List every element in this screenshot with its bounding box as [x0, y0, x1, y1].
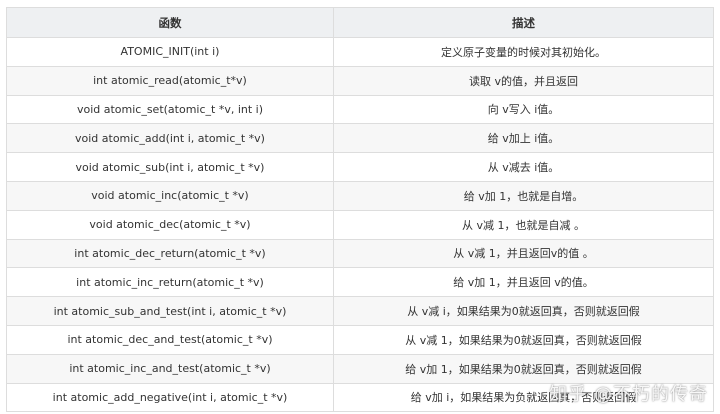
table-row: void atomic_dec(atomic_t *v) 从 v减 1，也就是自… — [6, 209, 714, 240]
description-cell: 读取 v的值，并且返回 — [333, 65, 714, 96]
atomic-functions-table: 函数 描述 ATOMIC_INIT(int i) 定义原子变量的时候对其初始化。… — [6, 7, 714, 413]
function-cell: ATOMIC_INIT(int i) — [6, 37, 334, 67]
table-row: void atomic_set(atomic_t *v, int i) 向 v写… — [6, 94, 714, 125]
header-description: 描述 — [333, 7, 714, 38]
function-cell: void atomic_inc(atomic_t *v) — [6, 180, 334, 211]
zhihu-watermark: 知乎 @不朽的传奇 — [549, 384, 708, 405]
table-header-row: 函数 描述 — [6, 7, 714, 38]
function-cell: int atomic_dec_return(atomic_t *v) — [6, 238, 334, 269]
table-row: void atomic_add(int i, atomic_t *v) 给 v加… — [6, 123, 714, 154]
table-row: void atomic_sub(int i, atomic_t *v) 从 v减… — [6, 152, 714, 182]
table-row: int atomic_inc_and_test(atomic_t *v) 给 v… — [6, 353, 714, 384]
function-cell: void atomic_dec(atomic_t *v) — [6, 209, 334, 240]
description-cell: 给 v加 1，也就是自增。 — [333, 180, 714, 211]
description-cell: 从 v减去 i值。 — [333, 152, 714, 182]
table-row: int atomic_dec_return(atomic_t *v) 从 v减 … — [6, 238, 714, 269]
description-cell: 从 v减 1，也就是自减 。 — [333, 209, 714, 240]
table-row: int atomic_sub_and_test(int i, atomic_t … — [6, 296, 714, 326]
function-cell: int atomic_inc_and_test(atomic_t *v) — [6, 353, 334, 384]
table-row: void atomic_inc(atomic_t *v) 给 v加 1，也就是自… — [6, 180, 714, 211]
description-cell: 从 v减 1，并且返回v的值 。 — [333, 238, 714, 269]
table-row: int atomic_dec_and_test(atomic_t *v) 从 v… — [6, 324, 714, 355]
function-cell: void atomic_add(int i, atomic_t *v) — [6, 123, 334, 154]
description-cell: 从 v减 1，如果结果为0就返回真，否则就返回假 — [333, 324, 714, 355]
function-cell: int atomic_add_negative(int i, atomic_t … — [6, 382, 334, 413]
function-cell: int atomic_inc_return(atomic_t *v) — [6, 267, 334, 298]
function-cell: int atomic_dec_and_test(atomic_t *v) — [6, 324, 334, 355]
function-cell: int atomic_read(atomic_t*v) — [6, 65, 334, 96]
header-function: 函数 — [6, 7, 334, 38]
table-row: ATOMIC_INIT(int i) 定义原子变量的时候对其初始化。 — [6, 37, 714, 67]
function-cell: void atomic_sub(int i, atomic_t *v) — [6, 152, 334, 182]
function-cell: int atomic_sub_and_test(int i, atomic_t … — [6, 296, 334, 326]
description-cell: 给 v加上 i值。 — [333, 123, 714, 154]
description-cell: 给 v加 1，如果结果为0就返回真，否则就返回假 — [333, 353, 714, 384]
description-cell: 定义原子变量的时候对其初始化。 — [333, 37, 714, 67]
atomic-functions-table-container: 函数 描述 ATOMIC_INIT(int i) 定义原子变量的时候对其初始化。… — [6, 7, 714, 413]
function-cell: void atomic_set(atomic_t *v, int i) — [6, 94, 334, 125]
description-cell: 向 v写入 i值。 — [333, 94, 714, 125]
table-row: int atomic_read(atomic_t*v) 读取 v的值，并且返回 — [6, 65, 714, 96]
description-cell: 从 v减 i，如果结果为0就返回真，否则就返回假 — [333, 296, 714, 326]
table-row: int atomic_inc_return(atomic_t *v) 给 v加 … — [6, 267, 714, 298]
description-cell: 给 v加 1，并且返回 v的值。 — [333, 267, 714, 298]
